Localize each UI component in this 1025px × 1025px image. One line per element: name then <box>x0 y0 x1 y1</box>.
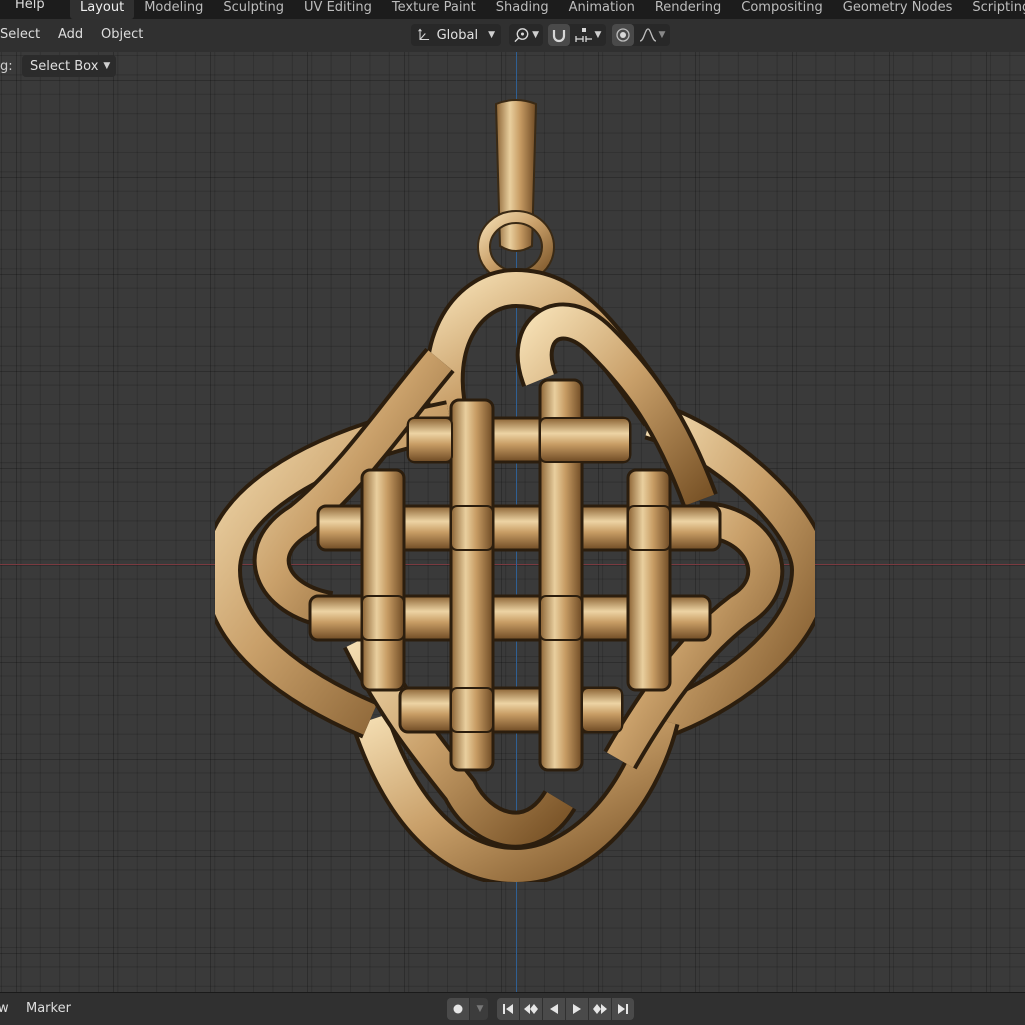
falloff-dropdown[interactable]: ▼ <box>634 24 670 46</box>
tab-uv-editing[interactable]: UV Editing <box>294 0 382 19</box>
play-reverse-icon <box>550 1004 558 1014</box>
timeline-header: w Marker ▼ <box>0 992 1025 1025</box>
menu-help[interactable]: Help <box>15 0 45 12</box>
menu-select[interactable]: Select <box>0 27 40 42</box>
tab-shading[interactable]: Shading <box>486 0 559 19</box>
snap-target-dropdown[interactable]: ▼ <box>570 24 606 46</box>
proportional-group: ▼ <box>612 24 670 46</box>
tab-scripting[interactable]: Scripting <box>962 0 1025 19</box>
snap-toggle[interactable] <box>548 24 570 46</box>
chevron-down-icon: ▼ <box>658 30 666 40</box>
viewport-header: Select Add Object Global ▼ ▼ ▼ ▼ <box>0 19 1025 52</box>
chevron-down-icon: ▼ <box>488 30 495 40</box>
3d-viewport[interactable]: g: Select Box ▼ <box>0 52 1025 992</box>
next-keyframe-icon <box>593 1004 607 1014</box>
jump-end-button[interactable] <box>612 998 634 1020</box>
select-mode-dropdown[interactable]: Select Box ▼ <box>22 55 117 77</box>
chevron-down-icon: ▼ <box>103 61 111 71</box>
record-icon <box>453 1004 463 1014</box>
chevron-down-icon: ▼ <box>476 1004 484 1014</box>
menu-add[interactable]: Add <box>58 27 83 42</box>
tab-animation[interactable]: Animation <box>559 0 645 19</box>
tab-modeling[interactable]: Modeling <box>134 0 213 19</box>
snap-magnet-icon <box>552 30 566 43</box>
tab-rendering[interactable]: Rendering <box>645 0 731 19</box>
play-icon <box>573 1004 581 1014</box>
select-mode-value: Select Box <box>30 58 99 74</box>
jump-start-button[interactable] <box>497 998 519 1020</box>
pivot-point-icon <box>514 28 529 43</box>
menu-marker[interactable]: Marker <box>26 1001 71 1016</box>
chevron-down-icon: ▼ <box>594 30 602 40</box>
play-reverse-button[interactable] <box>543 998 565 1020</box>
proportional-editing-icon <box>616 28 630 42</box>
next-keyframe-button[interactable] <box>589 998 611 1020</box>
tab-sculpting[interactable]: Sculpting <box>213 0 294 19</box>
transform-orientation-dropdown[interactable]: Global ▼ <box>411 24 501 46</box>
tab-geometry-nodes[interactable]: Geometry Nodes <box>833 0 963 19</box>
tab-layout[interactable]: Layout <box>70 0 135 19</box>
menu-view[interactable]: w <box>0 1001 9 1016</box>
keying-dropdown[interactable]: ▼ <box>470 998 488 1020</box>
knot-weave-crossings <box>361 417 671 733</box>
falloff-curve-icon <box>639 28 656 42</box>
chevron-down-icon: ▼ <box>532 30 539 40</box>
workspace-bar: Help Layout Modeling Sculpting UV Editin… <box>0 0 1025 19</box>
jump-end-icon <box>618 1004 628 1014</box>
tab-compositing[interactable]: Compositing <box>731 0 833 19</box>
celtic-knot-pendant[interactable] <box>215 92 815 882</box>
transform-orientation-icon <box>418 28 430 41</box>
workspace-tabs: Layout Modeling Sculpting UV Editing Tex… <box>70 0 1025 19</box>
auto-keying-toggle[interactable] <box>447 998 469 1020</box>
snap-target-icon <box>574 28 592 42</box>
tool-settings: g: Select Box ▼ <box>0 55 117 77</box>
tool-settings-label: g: <box>0 58 13 74</box>
tab-texture-paint[interactable]: Texture Paint <box>382 0 486 19</box>
pendant-bail <box>477 99 555 284</box>
playback-controls <box>497 998 634 1020</box>
play-button[interactable] <box>566 998 588 1020</box>
prev-keyframe-button[interactable] <box>520 998 542 1020</box>
prev-keyframe-icon <box>524 1004 538 1014</box>
proportional-editing-toggle[interactable] <box>612 24 634 46</box>
auto-keying-group: ▼ <box>447 998 488 1020</box>
pivot-point-dropdown[interactable]: ▼ <box>509 24 543 46</box>
knot-outer-loops <box>215 267 815 882</box>
orientation-value: Global <box>436 27 479 43</box>
menu-object[interactable]: Object <box>101 27 143 42</box>
jump-start-icon <box>503 1004 513 1014</box>
snap-group: ▼ <box>548 24 606 46</box>
